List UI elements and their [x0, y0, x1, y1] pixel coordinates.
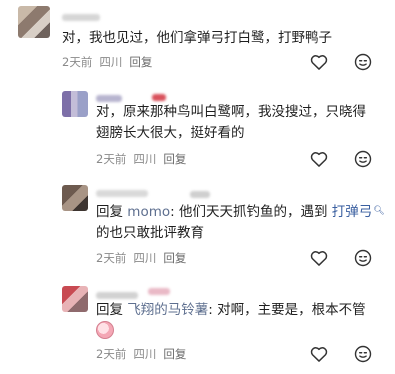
comment-text: 回复 飞翔的马铃薯: 对啊，主要是，根本不管	[96, 300, 366, 343]
comment-actions	[309, 52, 379, 72]
comment-time: 2天前	[62, 55, 93, 69]
comment-actions	[309, 344, 379, 364]
comment-meta: 2天前 四川 回复	[96, 346, 193, 362]
comment-time: 2天前	[96, 347, 127, 361]
comment-location: 四川	[133, 347, 157, 361]
avatar[interactable]	[62, 91, 88, 117]
heart-outline-icon[interactable]	[309, 344, 329, 364]
comment-text-line: 回复 飞翔的马铃薯: 对啊，主要是，根本不管	[96, 300, 366, 321]
username-blurred[interactable]	[96, 190, 148, 197]
comment-text-line	[96, 321, 366, 343]
face-emoji-icon	[96, 321, 114, 339]
heart-outline-icon[interactable]	[309, 52, 329, 72]
comment-location: 四川	[99, 55, 123, 69]
avatar[interactable]	[18, 6, 50, 38]
comment-time: 2天前	[96, 251, 127, 265]
search-icon[interactable]: 🔍︎	[373, 206, 384, 216]
heart-outline-icon[interactable]	[309, 248, 329, 268]
reply-button[interactable]: 回复	[163, 347, 186, 361]
username-blurred[interactable]	[62, 14, 100, 21]
comment-time: 2天前	[96, 152, 127, 166]
username-blurred[interactable]	[96, 292, 138, 299]
username-blurred-badge	[152, 94, 166, 101]
comment-text-line: 对，原来那种鸟叫白鹭啊，我没搜过，只晓得	[96, 104, 366, 120]
comment-location: 四川	[133, 251, 157, 265]
smile-face-icon[interactable]	[353, 248, 373, 268]
username-blurred[interactable]	[96, 95, 122, 102]
reply-prefix: 回复	[96, 302, 123, 318]
mention-link[interactable]: 飞翔的马铃薯	[127, 302, 208, 318]
avatar[interactable]	[62, 185, 88, 211]
comment-actions	[309, 248, 379, 268]
comment-location: 四川	[133, 152, 157, 166]
username-blurred-extra	[190, 191, 210, 198]
smile-face-icon[interactable]	[353, 344, 373, 364]
comment-body: : 他们天天抓钓鱼的，遇到	[170, 204, 328, 220]
comment-actions	[309, 149, 379, 169]
comment-meta: 2天前 四川 回复	[96, 151, 193, 167]
comment-text-line: 回复 momo: 他们天天抓钓鱼的，遇到 打弹弓🔍︎	[96, 201, 385, 223]
comment-text-line: 翅膀长大很大，挺好看的	[96, 125, 245, 141]
comment-text-line: 的也只敢批评教育	[96, 225, 204, 241]
reply-button[interactable]: 回复	[163, 152, 186, 166]
comment-thread: 对，我也见过，他们拿弹弓打白鹭，打野鸭子 2天前 四川 回复 对，原来那种鸟叫白鹭啊…	[0, 0, 395, 374]
avatar[interactable]	[62, 286, 88, 312]
smile-face-icon[interactable]	[353, 149, 373, 169]
smile-face-icon[interactable]	[353, 52, 373, 72]
comment-meta: 2天前 四川 回复	[96, 250, 193, 266]
comment-text: 对，原来那种鸟叫白鹭啊，我没搜过，只晓得 翅膀长大很大，挺好看的	[96, 102, 366, 144]
reply-button[interactable]: 回复	[163, 251, 186, 265]
mention-link[interactable]: momo	[127, 204, 170, 220]
reply-button[interactable]: 回复	[129, 55, 152, 69]
comment-meta: 2天前 四川 回复	[62, 54, 159, 70]
comment-text: 对，我也见过，他们拿弹弓打白鹭，打野鸭子	[62, 30, 332, 46]
comment-text: 回复 momo: 他们天天抓钓鱼的，遇到 打弹弓🔍︎ 的也只敢批评教育	[96, 201, 385, 244]
heart-outline-icon[interactable]	[309, 149, 329, 169]
reply-prefix: 回复	[96, 204, 123, 220]
search-keyword-link[interactable]: 打弹弓	[332, 204, 373, 220]
username-blurred-badge	[148, 288, 170, 295]
comment-body: : 对啊，主要是，根本不管	[208, 302, 366, 318]
